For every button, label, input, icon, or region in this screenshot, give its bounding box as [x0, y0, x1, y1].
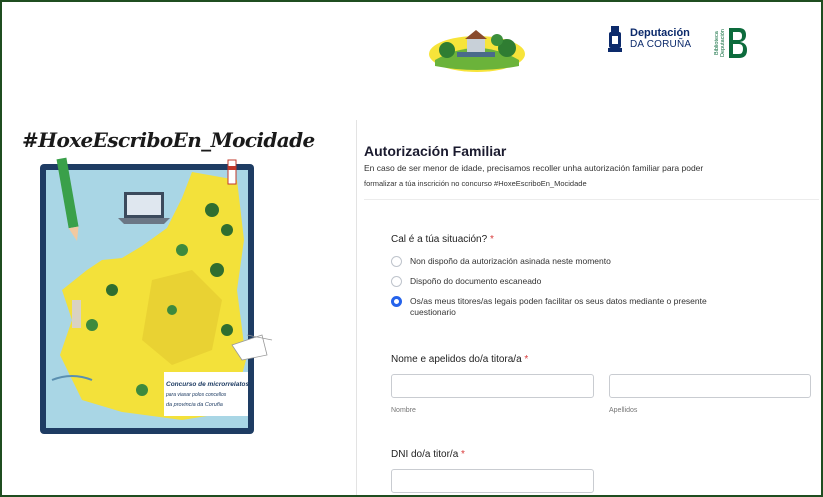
- card-line-1: Concurso de microrrelatos: [166, 381, 249, 388]
- radio-button[interactable]: [391, 276, 402, 287]
- guardian-dni-input[interactable]: [391, 469, 594, 493]
- form-separator: [364, 199, 819, 200]
- lighthouse-icon: [227, 159, 237, 185]
- deputacion-logo: Deputación DA CORUÑA: [606, 24, 691, 54]
- last-name-sublabel: Apellidos: [609, 407, 638, 414]
- situation-option-label-line-2: cuestionario: [410, 307, 456, 317]
- deputacion-crest-icon: [608, 26, 622, 52]
- header-logos: Deputación DA CORUÑA Biblioteca Deputaci…: [2, 2, 821, 82]
- situation-option-label-line-1: Os/as meus titores/as legais poden facil…: [410, 296, 707, 306]
- guardian-last-name-input[interactable]: [609, 374, 811, 398]
- illustration-logo: [429, 30, 525, 72]
- required-mark: *: [524, 354, 529, 365]
- situation-option-label: Os/as meus titores/as legais poden facil…: [410, 296, 707, 318]
- app-frame: Deputación DA CORUÑA Biblioteca Deputaci…: [0, 0, 823, 497]
- biblioteca-logo: Biblioteca Deputación: [714, 24, 748, 62]
- biblioteca-b-icon: [729, 28, 747, 58]
- hashtag-title: #HoxeEscriboEn_Mocidade: [22, 128, 315, 152]
- situation-option-guardian-data[interactable]: Os/as meus titores/as legais poden facil…: [391, 296, 707, 318]
- guardian-dni-label-text: DNI do/a titor/a: [391, 449, 459, 460]
- guardian-name-label-text: Nome e apelidos do/a titora/a: [391, 354, 522, 365]
- form-description-line-2: formalizar a túa inscrición no concurso …: [364, 179, 587, 188]
- province-map-illustration: Concurso de microrrelatos para viaxar po…: [40, 157, 273, 434]
- card-line-2: para viaxar polos concellos: [165, 392, 227, 398]
- form-title: Autorización Familiar: [364, 143, 507, 159]
- situation-option-scanned-document[interactable]: Dispoño do documento escaneado: [391, 276, 541, 287]
- form-description-line-1: En caso de ser menor de idade, precisamo…: [364, 163, 704, 173]
- biblioteca-text: Biblioteca Deputación: [714, 29, 726, 57]
- required-mark: *: [461, 449, 465, 460]
- radio-button[interactable]: [391, 256, 402, 267]
- guardian-dni-label: DNI do/a titor/a *: [391, 449, 465, 460]
- card-line-3: da provincia da Coruña: [166, 402, 223, 408]
- situation-question-label: Cal é a túa situación? *: [391, 234, 494, 245]
- form-description: En caso de ser menor de idade, precisamo…: [364, 161, 804, 191]
- guardian-name-label: Nome e apelidos do/a titora/a *: [391, 354, 528, 365]
- required-mark: *: [489, 234, 494, 245]
- situation-option-no-authorization[interactable]: Non dispoño da autorización asinada nest…: [391, 256, 611, 267]
- deputacion-subname: DA CORUÑA: [630, 39, 692, 50]
- deputacion-name: Deputación: [630, 27, 690, 39]
- radio-button-selected[interactable]: [391, 296, 402, 307]
- situation-question-text: Cal é a túa situación?: [391, 234, 488, 245]
- guardian-first-name-input[interactable]: [391, 374, 594, 398]
- laptop-icon: [118, 192, 170, 224]
- first-name-sublabel: Nombre: [391, 407, 416, 414]
- panel-divider: [356, 120, 357, 495]
- situation-option-label: Dispoño do documento escaneado: [410, 276, 542, 286]
- situation-option-label: Non dispoño da autorización asinada nest…: [410, 256, 611, 266]
